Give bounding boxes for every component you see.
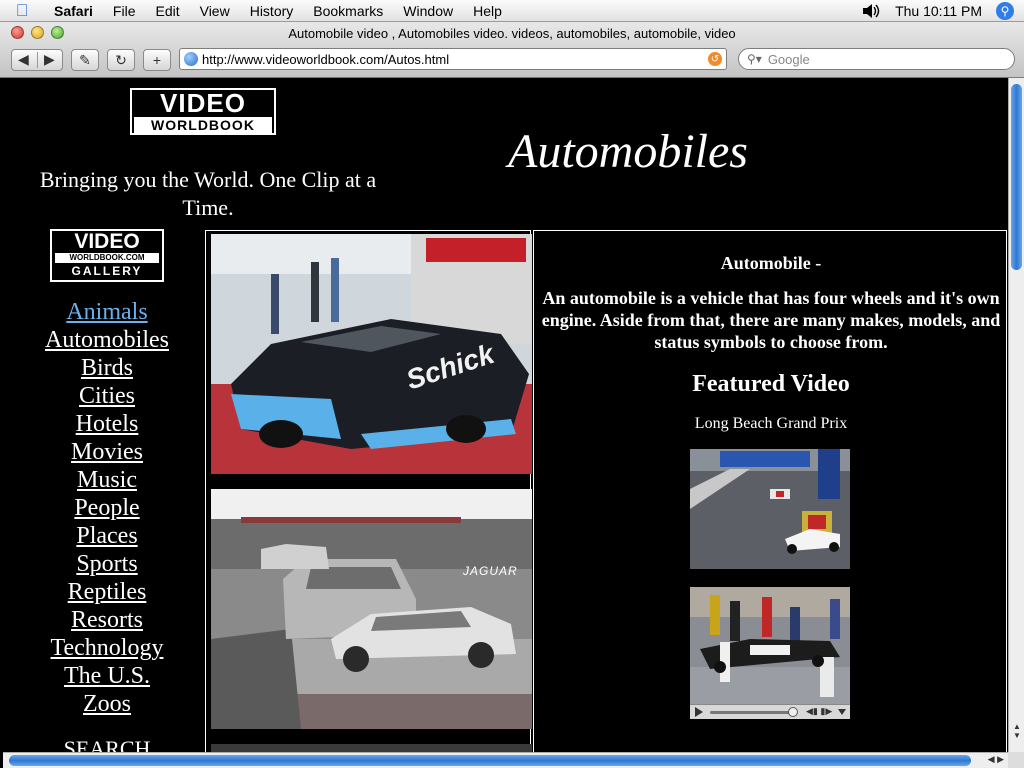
info-panel: Automobile - An automobile is a vehicle … (533, 230, 1007, 752)
address-bar-url[interactable]: http://www.videoworldbook.com/Autos.html (202, 52, 708, 67)
menu-bookmarks[interactable]: Bookmarks (303, 3, 393, 19)
gallery-logo-line3: GALLERY (71, 264, 143, 278)
gallery-photo-partial[interactable] (211, 744, 532, 752)
nav-link-automobiles[interactable]: Automobiles (7, 326, 207, 354)
google-search-field[interactable]: ⚲▾ Google (738, 48, 1015, 70)
site-logo-line2: WORLDBOOK (134, 117, 272, 133)
back-forward-button[interactable]: ◀ ▶ (11, 49, 63, 71)
scrubber-knob[interactable] (788, 707, 798, 717)
menu-window[interactable]: Window (393, 3, 463, 19)
featured-video-caption: Long Beach Grand Prix (694, 415, 848, 432)
menu-app-safari[interactable]: Safari (44, 3, 103, 19)
nav-link-resorts[interactable]: Resorts (7, 606, 207, 634)
reload-icon: ↻ (115, 51, 127, 68)
nav-link-cities[interactable]: Cities (7, 382, 207, 410)
vertical-scroll-thumb[interactable] (1011, 84, 1022, 270)
player-menu-icon[interactable] (838, 709, 846, 715)
site-tagline: Bringing you the World. One Clip at a Ti… (39, 167, 377, 220)
nav-link-sports[interactable]: Sports (7, 550, 207, 578)
search-placeholder[interactable]: Google (768, 52, 810, 67)
window-title: Automobile video , Automobiles video. vi… (288, 26, 736, 41)
pencil-icon: ✎ (79, 51, 91, 68)
menu-view[interactable]: View (190, 3, 240, 19)
vertical-scrollbar[interactable]: ▲ ▼ (1008, 78, 1024, 752)
volume-icon[interactable] (861, 3, 881, 19)
menu-file[interactable]: File (103, 3, 146, 19)
site-logo[interactable]: VIDEO WORLDBOOK (130, 88, 276, 135)
play-icon[interactable] (695, 707, 703, 717)
gallery-logo[interactable]: VIDEO WORLDBOOK.COM GALLERY (50, 229, 164, 282)
nav-link-music[interactable]: Music (7, 466, 207, 494)
back-arrow-icon[interactable]: ◀ (18, 51, 29, 68)
gallery-photo-jaguar[interactable]: JAGUAR (211, 489, 532, 729)
photo-overlay-jaguar: JAGUAR (462, 564, 518, 578)
browser-toolbar: ◀ ▶ ✎ ↻ + http://www.videoworldbook.com/… (0, 44, 1024, 78)
video-player[interactable]: ◀▮ ▮▶ (690, 587, 850, 719)
page-viewport: VIDEO WORLDBOOK Bringing you the World. … (3, 78, 1008, 752)
site-logo-line1: VIDEO (160, 88, 246, 118)
gallery-logo-line2: WORLDBOOK.COM (55, 253, 159, 263)
nav-link-zoos[interactable]: Zoos (7, 690, 207, 718)
gallery-logo-line1: VIDEO (74, 230, 140, 253)
info-title: Automobile - (720, 253, 822, 273)
menu-clock[interactable]: Thu 10:11 PM (895, 3, 982, 19)
menu-history[interactable]: History (240, 3, 304, 19)
step-buttons-icon[interactable]: ◀▮ ▮▶ (806, 706, 832, 717)
video-scrubber[interactable] (710, 711, 794, 714)
address-bar[interactable]: http://www.videoworldbook.com/Autos.html… (179, 48, 727, 70)
nav-link-reptiles[interactable]: Reptiles (7, 578, 207, 606)
featured-video-thumbnail[interactable] (690, 449, 850, 569)
nav-link-technology[interactable]: Technology (7, 634, 207, 662)
apple-menu-icon[interactable]:  (0, 1, 44, 21)
menu-edit[interactable]: Edit (145, 3, 189, 19)
category-nav: Animals Automobiles Birds Cities Hotels … (7, 298, 207, 718)
add-bookmark-button[interactable]: + (143, 49, 171, 71)
nav-link-birds[interactable]: Birds (7, 354, 207, 382)
featured-video-heading: Featured Video (692, 371, 850, 397)
horizontal-scroll-thumb[interactable] (9, 755, 971, 766)
globe-icon (184, 52, 198, 66)
video-gallery: Schick JAGUAR (205, 230, 532, 752)
info-description: An automobile is a vehicle that has four… (541, 288, 1001, 352)
browser-window-chrome: Automobile video , Automobiles video. vi… (0, 22, 1024, 78)
search-icon[interactable]: ⚲▾ (747, 52, 762, 66)
reload-button[interactable]: ↻ (107, 49, 135, 71)
search-section-label: SEARCH (63, 736, 151, 752)
snapback-icon[interactable]: ↺ (708, 52, 722, 66)
gallery-photo-race-car[interactable]: Schick (211, 234, 532, 474)
window-resize-corner[interactable] (1008, 752, 1024, 768)
plus-icon: + (152, 52, 162, 68)
vertical-scroll-arrows-icon[interactable]: ▲ ▼ (1010, 722, 1024, 752)
back-forward-divider (37, 52, 38, 68)
nav-link-people[interactable]: People (7, 494, 207, 522)
nav-link-places[interactable]: Places (7, 522, 207, 550)
forward-arrow-icon[interactable]: ▶ (44, 51, 55, 68)
nav-link-movies[interactable]: Movies (7, 438, 207, 466)
horizontal-scrollbar[interactable]: ◀ ▶ (3, 752, 1008, 768)
title-bar: Automobile video , Automobiles video. vi… (0, 22, 1024, 44)
edit-bookmark-button[interactable]: ✎ (71, 49, 99, 71)
video-controls: ◀▮ ▮▶ (690, 704, 850, 719)
menu-bar:  Safari File Edit View History Bookmark… (0, 0, 1024, 22)
menu-help[interactable]: Help (463, 3, 512, 19)
nav-link-animals[interactable]: Animals (7, 298, 207, 326)
nav-link-the-us[interactable]: The U.S. (7, 662, 207, 690)
spotlight-icon[interactable]: ⚲ (996, 2, 1014, 20)
nav-link-hotels[interactable]: Hotels (7, 410, 207, 438)
page-title: Automobiles (508, 125, 748, 178)
horizontal-scroll-arrows-icon[interactable]: ◀ ▶ (988, 754, 1004, 765)
